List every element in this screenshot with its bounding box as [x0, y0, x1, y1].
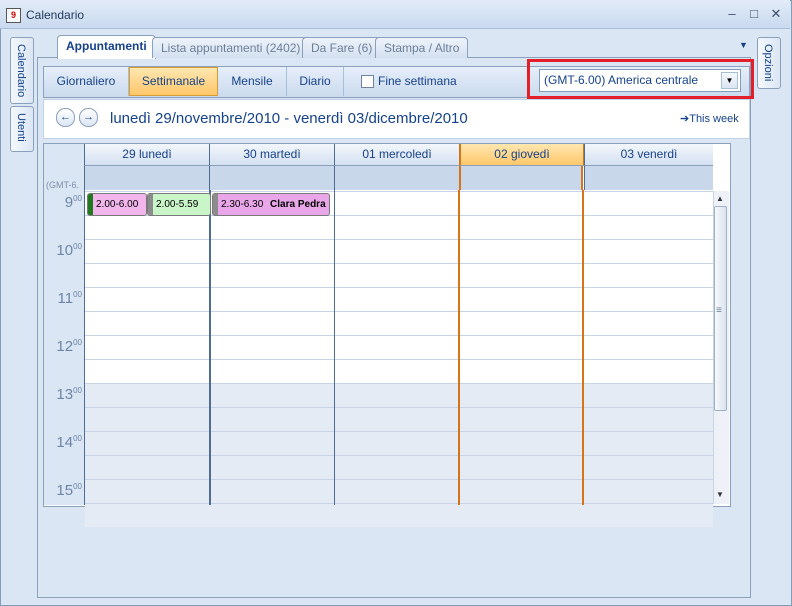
all-day-cell[interactable]: [209, 166, 334, 190]
tab-da-fare[interactable]: Da Fare (6): [302, 37, 382, 58]
time-slot-row[interactable]: [85, 479, 713, 503]
weekend-checkbox[interactable]: [361, 75, 374, 88]
view-diario-button[interactable]: Diario: [287, 67, 344, 96]
all-day-cell[interactable]: [84, 166, 209, 190]
weekend-label: Fine settimana: [378, 74, 457, 88]
today-column-right-border: [582, 190, 584, 505]
this-week-label: This week: [689, 113, 739, 125]
day-header-thursday[interactable]: 02 giovedì: [459, 144, 585, 166]
hour-label: 1000: [56, 242, 82, 259]
today-column-left-border: [458, 190, 460, 505]
time-slot-row[interactable]: [85, 383, 713, 407]
day-header-friday[interactable]: 03 venerdì: [584, 144, 713, 166]
appointment[interactable]: 2.00-5.59: [147, 193, 211, 216]
time-slot-row[interactable]: [85, 431, 713, 455]
time-slot-row[interactable]: [85, 455, 713, 479]
hour-label: 1300: [56, 386, 82, 403]
time-slot-row[interactable]: [85, 239, 713, 263]
appointment-time: 2.30-6.30: [221, 199, 264, 210]
hour-label: 1400: [56, 434, 82, 451]
window-title: Calendario: [26, 8, 85, 22]
time-slot-row[interactable]: [85, 311, 713, 335]
time-slot-row[interactable]: [85, 287, 713, 311]
hour-label: 1500: [56, 482, 82, 499]
maximize-icon[interactable]: □: [746, 6, 762, 22]
side-tab-label: Calendario: [15, 44, 27, 98]
all-day-cell[interactable]: [334, 166, 459, 190]
all-day-cell[interactable]: [459, 166, 583, 190]
view-giornaliero-button[interactable]: Giornaliero: [44, 67, 129, 96]
appointment-status-bar: [213, 194, 218, 215]
appointment-time: 2.00-6.00: [96, 199, 139, 210]
time-slot-row[interactable]: [85, 503, 713, 527]
day-header-tuesday[interactable]: 30 martedì: [209, 144, 334, 166]
time-slot-row[interactable]: [85, 215, 713, 239]
scroll-up-icon[interactable]: ▲: [716, 194, 724, 203]
side-tab-label: Utenti: [15, 113, 27, 142]
tab-stampa-altro[interactable]: Stampa / Altro: [375, 37, 469, 58]
calendar-app-icon: 9: [6, 8, 21, 23]
appointment[interactable]: 2.00-6.00: [87, 193, 147, 216]
next-week-icon[interactable]: →: [79, 108, 98, 127]
tabs-overflow-icon[interactable]: ▼: [739, 40, 748, 50]
time-slot-row[interactable]: [85, 263, 713, 287]
appointment-time: 2.00-5.59: [156, 199, 199, 210]
time-slot-row[interactable]: [85, 359, 713, 383]
this-week-link[interactable]: ➔This week: [680, 112, 739, 125]
scroll-down-icon[interactable]: ▼: [716, 490, 724, 499]
highlight-box: [527, 59, 754, 99]
day-header-wednesday[interactable]: 01 mercoledì: [334, 144, 459, 166]
tab-appuntamenti[interactable]: Appuntamenti: [57, 35, 156, 59]
title-bar: [0, 0, 790, 29]
day-column-divider: [84, 190, 85, 505]
close-icon[interactable]: ✕: [768, 6, 784, 22]
previous-week-icon[interactable]: ←: [56, 108, 75, 127]
side-tab-label: Opzioni: [762, 44, 774, 82]
day-column-divider: [209, 190, 211, 505]
day-header-monday[interactable]: 29 lunedì: [84, 144, 209, 166]
all-day-cell[interactable]: [584, 166, 713, 190]
appointment-status-bar: [148, 194, 153, 215]
side-tab-opzioni[interactable]: Opzioni: [757, 37, 781, 89]
side-tab-calendario[interactable]: Calendario: [10, 37, 34, 104]
grip-icon: ≡: [716, 305, 722, 316]
hour-label: 1100: [57, 290, 82, 307]
date-range-title: lunedì 29/novembre/2010 - venerdì 03/dic…: [110, 110, 468, 127]
appointment[interactable]: 2.30-6.30 Clara Pedra: [212, 193, 330, 216]
hour-label: 900: [64, 194, 82, 211]
day-column-divider: [334, 190, 335, 505]
view-settimanale-button[interactable]: Settimanale: [129, 67, 218, 96]
tab-lista-appuntamenti[interactable]: Lista appuntamenti (2402): [152, 37, 310, 58]
minimize-icon[interactable]: –: [724, 6, 740, 22]
hour-label: 1200: [56, 338, 82, 355]
appointment-person: Clara Pedra: [270, 199, 326, 210]
time-slot-row[interactable]: [85, 335, 713, 359]
time-slot-row[interactable]: [85, 407, 713, 431]
gmt-label: (GMT-6.: [46, 180, 79, 190]
side-tab-utenti[interactable]: Utenti: [10, 106, 34, 152]
appointment-status-bar: [88, 194, 93, 215]
view-mensile-button[interactable]: Mensile: [218, 67, 287, 96]
